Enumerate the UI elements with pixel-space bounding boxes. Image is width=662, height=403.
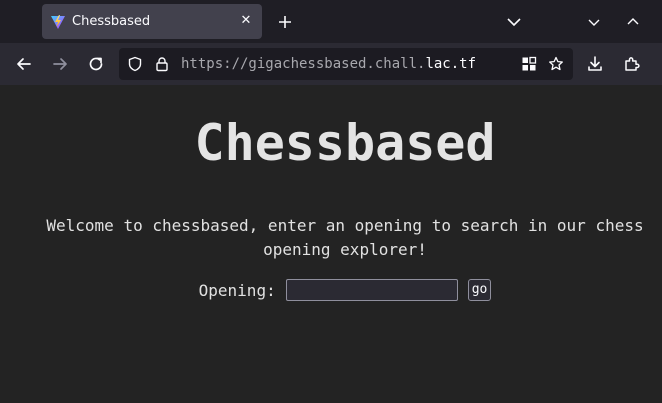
url-text[interactable]: https://gigachessbased.chall.lac.tf	[181, 48, 476, 80]
url-bar[interactable]: https://gigachessbased.chall.lac.tf	[119, 48, 573, 80]
chevron-down-icon[interactable]	[505, 13, 523, 31]
url-domain: lac.tf	[425, 56, 477, 72]
reload-icon[interactable]	[86, 54, 106, 74]
browser-window: Chessbased ✕ https://gigachessbased.chal…	[0, 0, 662, 403]
shield-icon[interactable]	[127, 56, 143, 72]
opening-search-form: Opening: go	[0, 279, 662, 305]
tab-strip: Chessbased ✕	[0, 0, 662, 43]
download-icon[interactable]	[585, 54, 605, 74]
grid-icon[interactable]	[521, 56, 537, 72]
tab-close-icon[interactable]: ✕	[238, 13, 254, 29]
page-title: Chessbased	[194, 114, 496, 172]
maximize-chevron-up-icon[interactable]	[624, 13, 642, 31]
tab-chessbased[interactable]: Chessbased ✕	[42, 4, 262, 39]
puzzle-icon[interactable]	[622, 54, 642, 74]
plus-icon[interactable]	[275, 12, 295, 32]
vite-logo-icon	[50, 14, 66, 30]
opening-input[interactable]	[285, 279, 458, 301]
page-description: Welcome to chessbased, enter an opening …	[46, 216, 644, 259]
minimize-chevron-down-icon[interactable]	[585, 13, 603, 31]
star-icon[interactable]	[548, 56, 564, 72]
tab-title: Chessbased	[72, 14, 151, 29]
opening-label: Opening:	[198, 280, 276, 300]
lock-icon[interactable]	[154, 56, 170, 72]
page-content: Chessbased Welcome to chessbased, enter …	[0, 85, 662, 403]
go-button[interactable]: go	[467, 279, 492, 301]
arrow-right-icon[interactable]	[50, 54, 70, 74]
url-prefix: https://gigachessbased.chall.	[181, 56, 426, 72]
nav-bar: https://gigachessbased.chall.lac.tf	[0, 43, 662, 85]
arrow-left-icon[interactable]	[14, 54, 34, 74]
